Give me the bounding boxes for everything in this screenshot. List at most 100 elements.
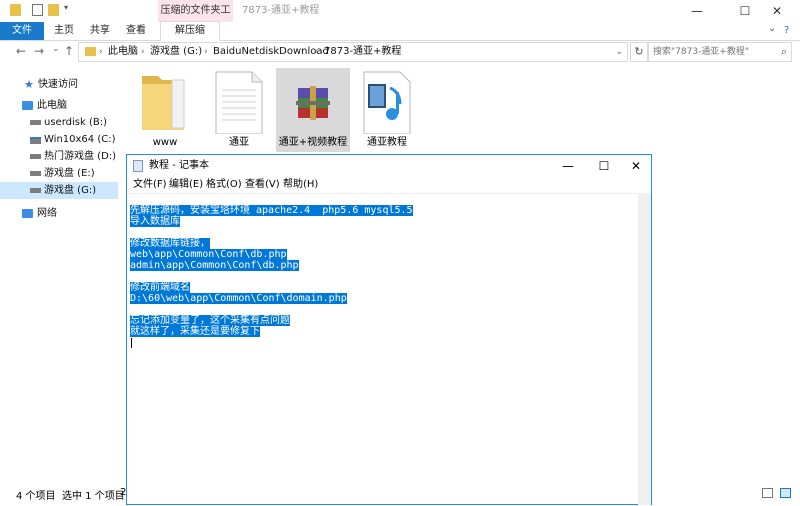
text-caret (131, 338, 132, 348)
chevron-right-icon: › (141, 47, 145, 57)
address-field[interactable]: › 此电脑 › 游戏盘 (G:) › BaiduNetdiskDownload … (78, 42, 628, 62)
star-icon: ★ (24, 78, 34, 91)
text-line: 导入数据库 (130, 216, 180, 227)
address-dropdown-icon[interactable]: ⌄ (615, 43, 623, 61)
contextual-tab-compressed-tools: 压缩的文件夹工具 (158, 0, 233, 38)
file-tongya[interactable]: 通亚 (202, 68, 276, 152)
selection-count: 选中 1 个项目 (62, 491, 125, 502)
file-www[interactable]: www (128, 68, 202, 152)
recent-locations-icon[interactable]: ⌄ (52, 44, 60, 54)
text-line: admin\app\Common\Conf\db.php (130, 260, 299, 271)
nav-item-quick-access[interactable]: ★ 快速访问 (0, 76, 118, 93)
details-view-icon[interactable] (762, 488, 773, 498)
search-icon[interactable]: ⌕ (781, 45, 787, 59)
close-button[interactable]: ✕ (754, 0, 800, 22)
file-tongya-video[interactable]: 通亚+视频教程 (276, 68, 350, 152)
nav-item-this-pc[interactable]: 此电脑 (0, 97, 118, 114)
notepad-text-area[interactable]: 先解压源码，安装宝塔环境 apache2.4 php5.6 mysql5.5 导… (129, 193, 637, 506)
drive-icon (30, 171, 41, 176)
folder-icon (142, 76, 185, 130)
notepad-maximize-button[interactable]: ☐ (587, 155, 621, 177)
help-icon[interactable]: ? (784, 25, 789, 36)
breadcrumb-baidu-download[interactable]: BaiduNetdiskDownload (213, 43, 329, 61)
nav-item-label: 热门游戏盘 (D:) (44, 151, 117, 162)
notepad-title: 教程 - 记事本 (149, 160, 209, 171)
ribbon-tabs: 文件 主页 共享 查看 解压缩 ⌄ ? (0, 21, 800, 41)
large-icons-view-icon[interactable] (780, 488, 791, 498)
nav-item-label: userdisk (B:) (44, 117, 107, 128)
nav-item-label: 此电脑 (37, 100, 67, 111)
menu-view[interactable]: 查看(V) (245, 178, 280, 191)
text-line: 修改数据库链接， (130, 238, 210, 249)
text-line: 就这样了，采集还是要修复下 (130, 326, 260, 337)
quick-access-dropdown-icon[interactable]: ▾ (64, 3, 72, 15)
menu-edit[interactable]: 编辑(E) (169, 178, 203, 191)
text-line: 忘记添加变量了，这个采集有点问题 (130, 315, 290, 326)
text-line: web\app\Common\Conf\db.php (130, 249, 287, 260)
up-button[interactable]: ↑ (64, 44, 74, 58)
file-label: 通亚+视频教程 (278, 137, 348, 148)
text-line: 修改前端域名 (130, 282, 190, 293)
tab-share[interactable]: 共享 (90, 22, 110, 40)
nav-item-hot-games[interactable]: 热门游戏盘 (D:) (0, 148, 118, 165)
search-input[interactable] (649, 43, 771, 60)
tab-extract[interactable]: 解压缩 (160, 21, 220, 41)
new-folder-icon[interactable] (48, 4, 59, 16)
nav-item-userdisk[interactable]: userdisk (B:) (0, 114, 118, 131)
forward-button[interactable]: → (34, 44, 44, 58)
notepad-minimize-button[interactable]: — (551, 155, 585, 177)
menu-format[interactable]: 格式(O) (206, 178, 242, 191)
back-button[interactable]: ← (16, 44, 26, 58)
window-title: 7873-通亚+教程 (242, 5, 320, 16)
notepad-close-button[interactable]: ✕ (619, 155, 653, 177)
notepad-title-bar: 教程 - 记事本 — ☐ ✕ (127, 155, 651, 177)
nav-item-win10[interactable]: Win10x64 (C:) (0, 131, 118, 148)
nav-item-label: 游戏盘 (G:) (44, 185, 97, 196)
nav-item-label: 游戏盘 (E:) (44, 168, 95, 179)
file-label: 通亚 (229, 137, 249, 148)
drive-icon (30, 154, 41, 159)
refresh-button[interactable]: ↻ (630, 42, 648, 62)
drive-icon (30, 120, 41, 125)
folder-icon (10, 4, 21, 16)
document-icon (215, 71, 263, 135)
notepad-menu-bar: 文件(F) 编辑(E) 格式(O) 查看(V) 帮助(H) (127, 177, 651, 192)
vertical-scrollbar[interactable] (638, 193, 651, 505)
nav-item-game-g[interactable]: 游戏盘 (G:) (0, 182, 118, 199)
tab-home[interactable]: 主页 (54, 22, 74, 40)
breadcrumb-game-drive[interactable]: 游戏盘 (G:) (150, 43, 202, 61)
chevron-right-icon: › (391, 47, 395, 57)
nav-item-label: Win10x64 (C:) (44, 134, 116, 145)
nav-item-network[interactable]: 网络 (0, 205, 118, 222)
chevron-right-icon: › (204, 47, 208, 57)
system-drive-icon (30, 137, 41, 144)
nav-item-label: 快速访问 (38, 79, 78, 90)
item-count: 4 个项目 (16, 491, 56, 502)
folder-icon (85, 47, 96, 56)
chevron-right-icon: › (315, 47, 319, 57)
tab-view[interactable]: 查看 (126, 22, 146, 40)
text-line: 先解压源码，安装宝塔环境 apache2.4 php5.6 mysql5.5 (130, 205, 413, 216)
nav-item-label: 网络 (37, 208, 57, 219)
notepad-icon (133, 160, 143, 172)
address-bar-row: ← → ⌄ ↑ › 此电脑 › 游戏盘 (G:) › BaiduNetdiskD… (0, 41, 800, 63)
network-icon (22, 209, 33, 218)
file-tongya-tutorial[interactable]: 通亚教程 (350, 68, 424, 152)
explorer-title-bar: ▾ 压缩的文件夹工具 7873-通亚+教程 — ☐ ✕ (0, 0, 800, 38)
menu-help[interactable]: 帮助(H) (283, 178, 318, 191)
tab-file[interactable]: 文件 (0, 22, 44, 40)
nav-item-game-e[interactable]: 游戏盘 (E:) (0, 165, 118, 182)
drive-icon (30, 188, 41, 193)
text-line: D:\60\web\app\Common\Conf\domain.php (130, 293, 347, 304)
chevron-right-icon: › (99, 47, 103, 57)
ribbon-collapse-icon[interactable]: ⌄ (768, 23, 776, 34)
winrar-archive-icon (296, 86, 330, 120)
search-box[interactable]: ⌕ (648, 42, 792, 62)
menu-file[interactable]: 文件(F) (133, 178, 167, 191)
properties-icon[interactable] (32, 4, 43, 16)
breadcrumb-current-folder[interactable]: 7873-通亚+教程 (324, 43, 401, 61)
file-label: www (152, 137, 178, 148)
breadcrumb-this-pc[interactable]: 此电脑 (108, 43, 138, 61)
minimize-button[interactable]: — (674, 0, 720, 22)
computer-icon (22, 101, 33, 110)
